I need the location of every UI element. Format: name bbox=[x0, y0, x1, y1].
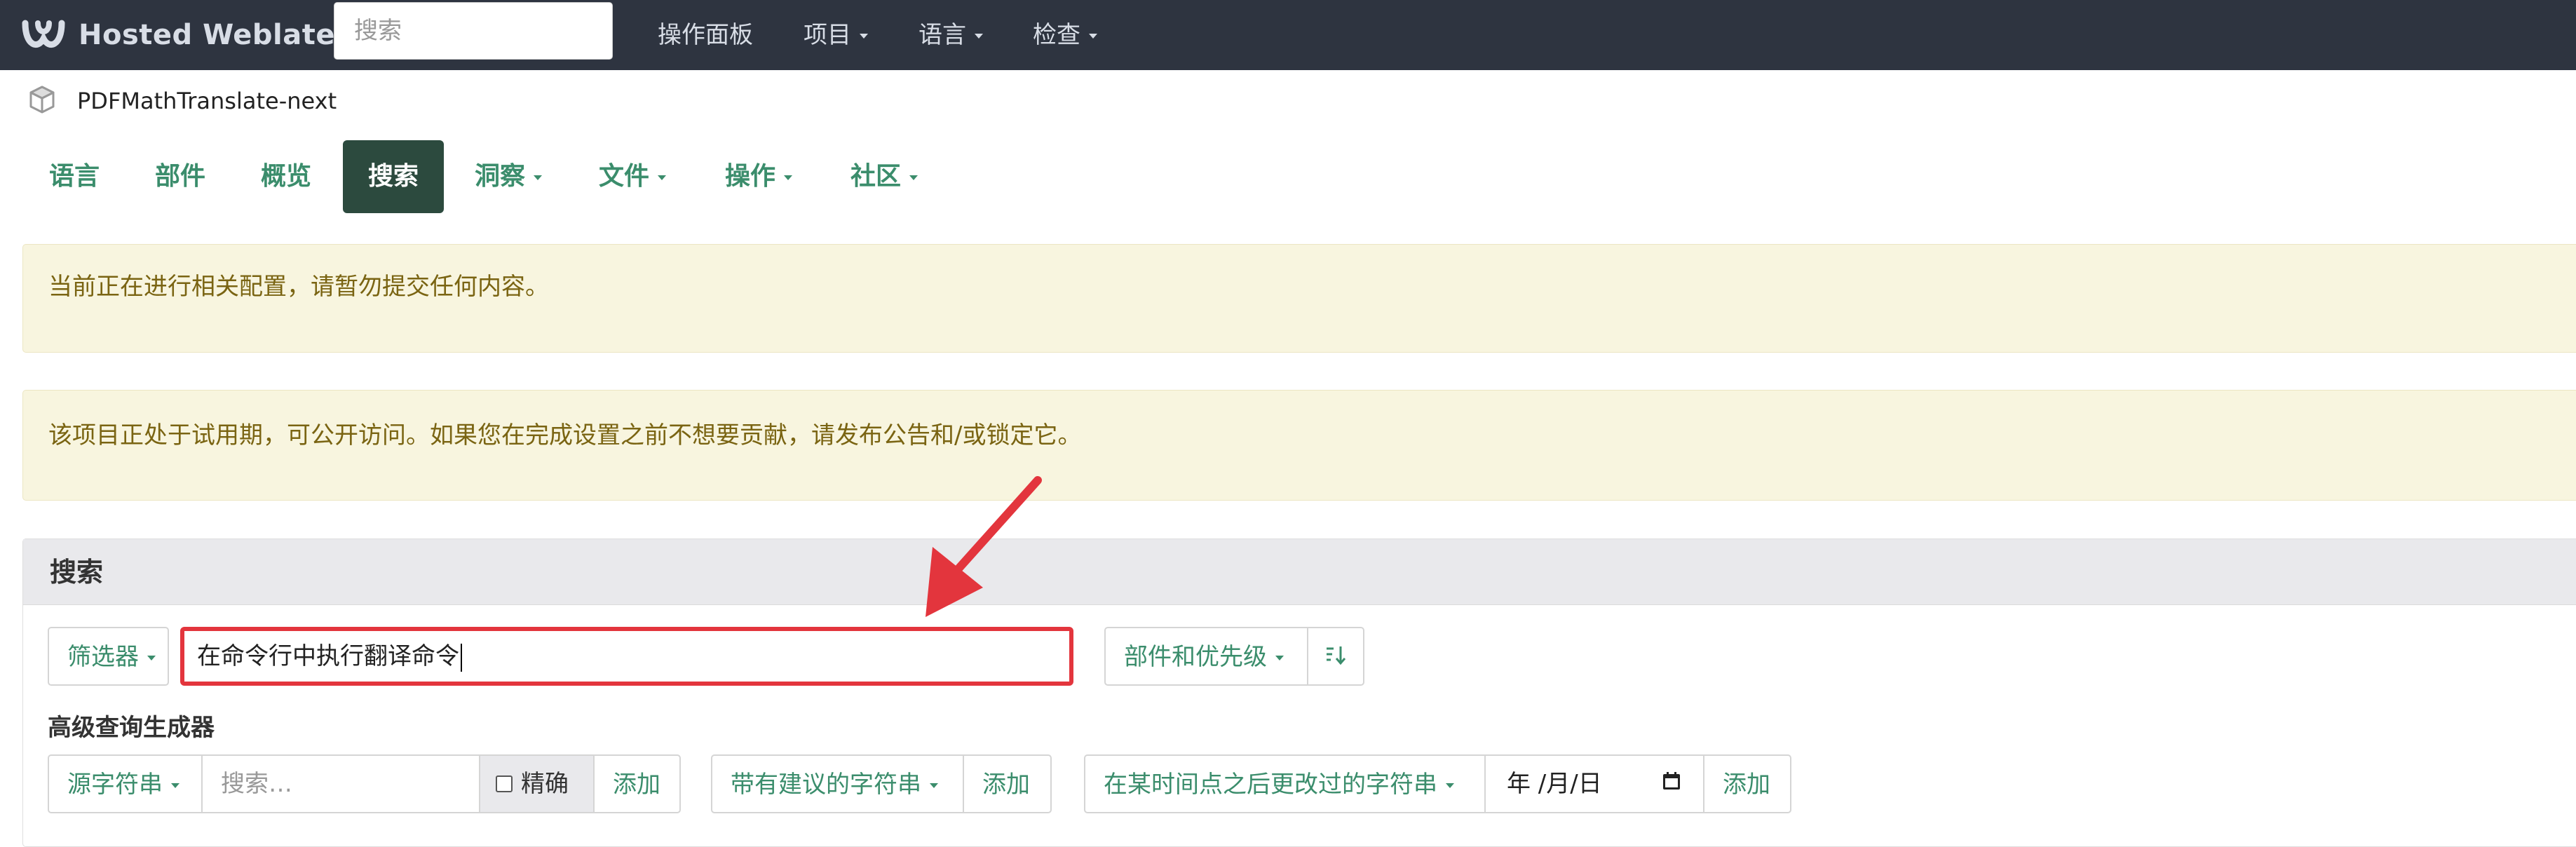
source-label: 源字符串 bbox=[67, 771, 163, 799]
source-search-input[interactable] bbox=[201, 754, 480, 813]
suggestion-dropdown[interactable]: 带有建议的字符串 bbox=[711, 754, 964, 813]
caret-down-icon bbox=[658, 175, 667, 180]
caret-down-icon bbox=[1089, 34, 1097, 39]
filter-dropdown-button[interactable]: 筛选器 bbox=[48, 627, 169, 686]
nav-projects-label: 项目 bbox=[804, 21, 851, 49]
tab-label: 文件 bbox=[599, 162, 650, 191]
nav-checks[interactable]: 检查 bbox=[1033, 15, 1097, 55]
nav-checks-label: 检查 bbox=[1033, 21, 1080, 49]
caret-down-icon bbox=[171, 783, 179, 788]
search-query-input[interactable]: 在命令行中执行翻译命令 bbox=[180, 627, 1073, 686]
tab-languages[interactable]: 语言 bbox=[24, 140, 125, 213]
source-string-dropdown[interactable]: 源字符串 bbox=[48, 754, 203, 813]
tab-files[interactable]: 文件 bbox=[574, 140, 691, 213]
tab-components[interactable]: 部件 bbox=[130, 140, 231, 213]
panel-heading: 搜索 bbox=[23, 539, 2576, 605]
nav-dashboard-label: 操作面板 bbox=[658, 21, 753, 49]
brand-name: Hosted Weblate bbox=[79, 19, 335, 51]
suggestion-label: 带有建议的字符串 bbox=[731, 771, 921, 799]
breadcrumb: PDFMathTranslate-next bbox=[27, 84, 337, 118]
tab-label: 社区 bbox=[850, 162, 902, 191]
caret-down-icon bbox=[975, 34, 983, 39]
nav-languages[interactable]: 语言 bbox=[918, 15, 983, 55]
caret-down-icon bbox=[147, 656, 156, 660]
alert-text: 该项目正处于试用期，可公开访问。如果您在完成设置之前不想要贡献，请发布公告和/或… bbox=[48, 421, 1082, 449]
nav-dashboard[interactable]: 操作面板 bbox=[658, 15, 753, 55]
brand[interactable]: Hosted Weblate bbox=[21, 15, 335, 55]
exact-label: 精确 bbox=[521, 770, 569, 798]
sort-dropdown-button[interactable]: 部件和优先级 bbox=[1104, 627, 1308, 686]
weblate-logo-icon bbox=[21, 18, 66, 53]
tab-operations[interactable]: 操作 bbox=[700, 140, 818, 213]
caret-down-icon bbox=[930, 783, 938, 788]
alert-configuration: 当前正在进行相关配置，请暂勿提交任何内容。 bbox=[22, 244, 2576, 353]
caret-down-icon bbox=[534, 175, 543, 180]
caret-down-icon bbox=[1446, 783, 1454, 788]
top-navbar: Hosted Weblate 操作面板 项目 语言 检查 bbox=[0, 0, 2576, 70]
query-builder-label: 高级查询生成器 bbox=[48, 714, 215, 742]
caret-down-icon bbox=[909, 175, 918, 180]
nav-search-input[interactable] bbox=[334, 2, 613, 60]
add-label: 添加 bbox=[1723, 771, 1770, 799]
date-placeholder: 年 /月/日 bbox=[1507, 770, 1602, 798]
date-input[interactable]: 年 /月/日 bbox=[1484, 754, 1704, 813]
caret-down-icon bbox=[860, 34, 868, 39]
tab-label: 部件 bbox=[155, 162, 206, 191]
breadcrumb-project-link[interactable]: PDFMathTranslate-next bbox=[77, 88, 337, 114]
search-query-text: 在命令行中执行翻译命令 bbox=[197, 642, 459, 670]
caret-down-icon bbox=[1275, 656, 1284, 660]
add-label: 添加 bbox=[982, 771, 1030, 799]
caret-down-icon bbox=[784, 175, 793, 180]
tab-label: 语言 bbox=[49, 162, 100, 191]
tab-label: 概览 bbox=[261, 162, 312, 191]
filter-label: 筛选器 bbox=[67, 643, 139, 671]
sort-order-icon bbox=[1324, 643, 1348, 670]
add-source-button[interactable]: 添加 bbox=[593, 754, 681, 813]
tab-label: 搜索 bbox=[368, 162, 419, 191]
tab-overview[interactable]: 概览 bbox=[236, 140, 337, 213]
add-changed-button[interactable]: 添加 bbox=[1703, 754, 1791, 813]
nav-languages-label: 语言 bbox=[918, 21, 966, 49]
calendar-icon[interactable] bbox=[1661, 756, 1682, 812]
tab-search[interactable]: 搜索 bbox=[343, 140, 445, 213]
alert-trial: 该项目正处于试用期，可公开访问。如果您在完成设置之前不想要贡献，请发布公告和/或… bbox=[22, 390, 2576, 501]
changed-after-dropdown[interactable]: 在某时间点之后更改过的字符串 bbox=[1084, 754, 1486, 813]
changed-label: 在某时间点之后更改过的字符串 bbox=[1104, 771, 1437, 799]
nav-projects[interactable]: 项目 bbox=[804, 15, 868, 55]
checkbox-square[interactable] bbox=[496, 775, 513, 792]
sort-label: 部件和优先级 bbox=[1124, 643, 1267, 671]
tab-label: 操作 bbox=[725, 162, 776, 191]
tab-label: 洞察 bbox=[475, 162, 526, 191]
add-label: 添加 bbox=[613, 771, 660, 799]
project-cube-icon bbox=[27, 84, 57, 118]
exact-checkbox[interactable]: 精确 bbox=[479, 754, 595, 813]
text-cursor bbox=[461, 643, 462, 672]
tab-insights[interactable]: 洞察 bbox=[449, 140, 567, 213]
alert-text: 当前正在进行相关配置，请暂勿提交任何内容。 bbox=[48, 273, 549, 301]
tab-community[interactable]: 社区 bbox=[825, 140, 943, 213]
sort-direction-button[interactable] bbox=[1307, 627, 1364, 686]
add-suggestion-button[interactable]: 添加 bbox=[963, 754, 1052, 813]
project-tabs: 语言 部件 概览 搜索 洞察 文件 操作 社区 bbox=[0, 140, 2576, 213]
